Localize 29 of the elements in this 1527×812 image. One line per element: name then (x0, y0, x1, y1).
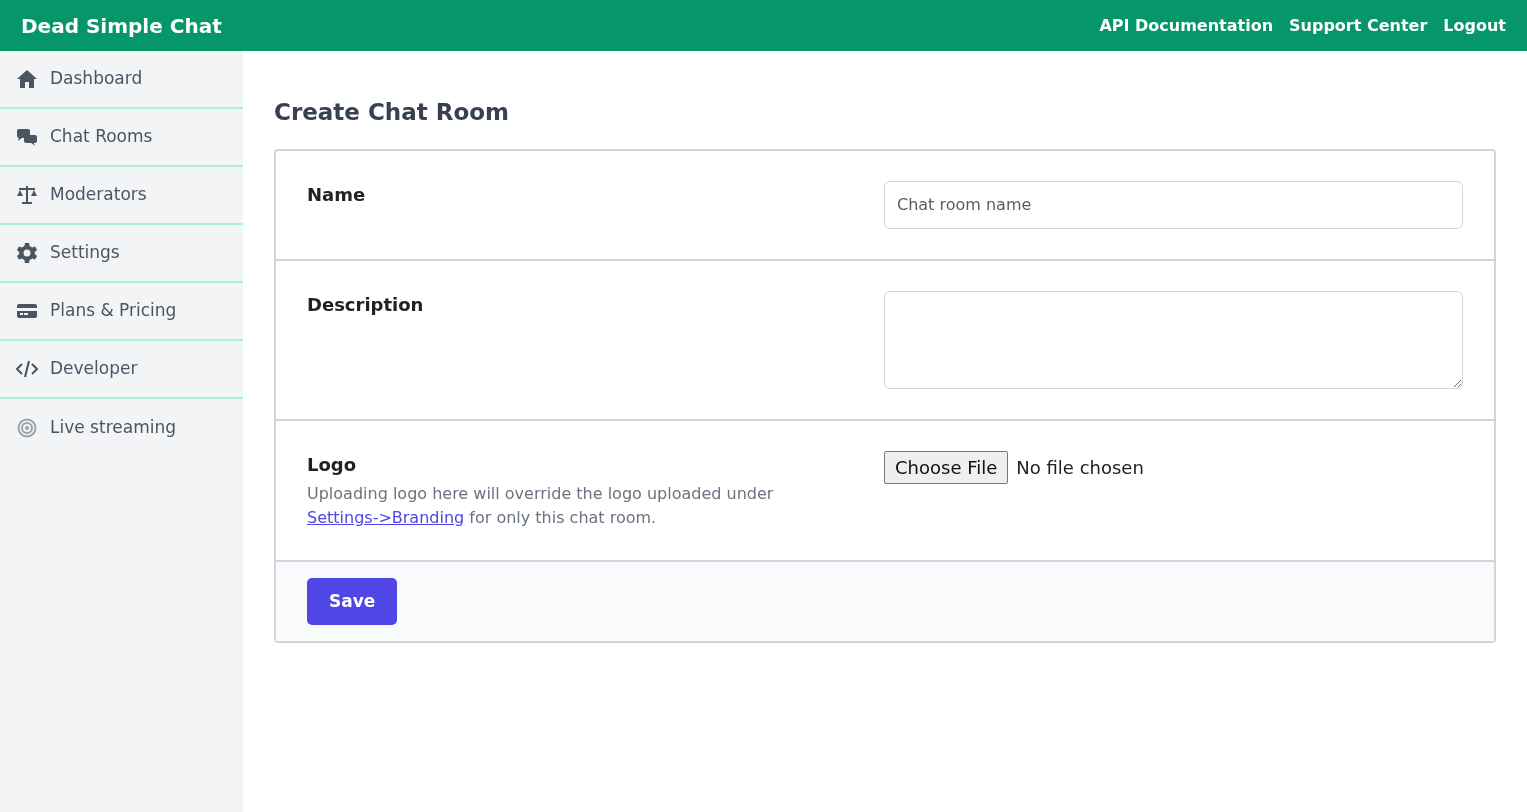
field-label: Description (307, 292, 425, 317)
sidebar-item[interactable]: Plans & Pricing (0, 283, 243, 341)
page-title: Create Chat Room (274, 99, 510, 127)
brand-name[interactable]: Dead Simple Chat (21, 10, 222, 41)
field-label: Name (307, 182, 367, 207)
nav-link[interactable]: API Documentation (1099, 13, 1274, 38)
home-icon (16, 69, 38, 89)
save-button[interactable]: Save (307, 577, 398, 626)
scales-icon (16, 185, 38, 205)
sidebar-item[interactable]: Developer (0, 341, 243, 399)
code-icon (16, 359, 38, 379)
choose-file-button[interactable]: Choose File (884, 450, 1009, 484)
description-textarea[interactable] (884, 290, 1463, 389)
settings-link[interactable]: Settings->Branding (307, 507, 465, 527)
chat-bubbles-icon (16, 127, 38, 147)
field-label: Logo (307, 452, 358, 477)
sidebar-item[interactable]: Live streaming (0, 399, 243, 457)
sidebar-item[interactable]: Settings (0, 225, 243, 283)
nav-link[interactable]: Logout (1443, 13, 1506, 38)
credit-card-icon (16, 301, 38, 321)
help-text: Uploading logo here will override the logo uploaded under Settings->Branding for only this chat room. (307, 482, 775, 529)
sidebar-item[interactable]: Chat Rooms (0, 109, 243, 167)
settings-icon (16, 243, 38, 263)
sidebar-item[interactable]: Dashboard (0, 51, 243, 109)
nav-link[interactable]: Support Center (1289, 13, 1428, 38)
name-input[interactable]: Chat room name (884, 180, 1463, 229)
sidebar-item[interactable]: Moderators (0, 167, 243, 225)
file-status: No file chosen (1016, 455, 1144, 480)
broadcast-icon (16, 418, 38, 438)
